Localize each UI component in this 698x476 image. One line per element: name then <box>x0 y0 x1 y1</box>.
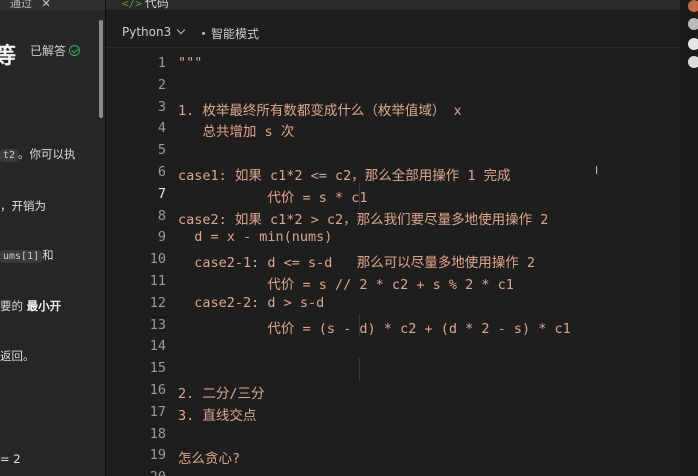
code-line[interactable]: 怎么贪心? <box>178 447 240 467</box>
description-text: 和 <box>42 248 54 262</box>
description-line: = 2 <box>0 452 21 466</box>
description-text: 。你可以执 <box>18 147 76 161</box>
line-number: 15 <box>149 360 166 377</box>
line-number: 20 <box>110 469 166 476</box>
description-text: 要的 <box>0 299 27 313</box>
problem-panel: 通过 ✕ 等 已解答 t2。你可以执 ，开销为 ums[1]和 要的 最小开 返… <box>0 0 106 476</box>
inline-code: t2 <box>0 149 19 162</box>
line-number: 16 <box>149 382 166 398</box>
line-number: 14 <box>149 338 166 355</box>
problem-tab-bar: 通过 ✕ <box>0 0 105 11</box>
indent-guide <box>359 183 360 205</box>
line-number: 3 <box>157 98 166 115</box>
description-line: ums[1] 和 <box>0 247 54 263</box>
indent-guide <box>359 358 360 380</box>
problem-title: 等 <box>0 38 16 70</box>
code-line[interactable]: case1: 如果 c1*2 <= c2，那么全部用操作 1 完成 <box>178 164 511 184</box>
line-number: 2 <box>157 76 166 93</box>
line-number: 10 <box>149 251 166 268</box>
line-number: 13 <box>149 316 166 333</box>
code-line[interactable]: 总共增加 s 次 <box>178 120 294 140</box>
line-number: 8 <box>157 207 166 224</box>
code-line[interactable]: d = x - min(nums) <box>178 229 332 245</box>
editor-title-label: 代码 <box>144 0 169 10</box>
code-line[interactable]: case2-1: d <= s-d 那么可以尽量多地使用操作 2 <box>178 251 535 271</box>
line-number: 5 <box>157 142 166 159</box>
editor-toolbar: Python3 智能模式 <box>106 18 680 48</box>
description-line: 返回。 <box>0 348 35 364</box>
avatar[interactable] <box>688 38 698 50</box>
check-circle-icon <box>69 45 81 56</box>
editor-title: </> 代码 <box>122 0 169 11</box>
code-line[interactable]: 代价 = s // 2 * c2 + s % 2 * c1 <box>178 273 513 293</box>
right-sidebar <box>680 0 698 476</box>
line-number: 1 <box>157 55 166 71</box>
language-select[interactable]: Python3 <box>122 25 186 39</box>
smart-mode-toggle[interactable]: 智能模式 <box>202 25 259 42</box>
code-line[interactable]: """ <box>178 55 202 71</box>
line-number: 6 <box>157 164 166 180</box>
line-number: 9 <box>157 229 166 246</box>
code-icon: </> <box>122 0 142 10</box>
inline-code: ums[1] <box>0 250 43 263</box>
code-line[interactable]: 3. 直线交点 <box>178 404 256 424</box>
code-editor[interactable]: 1234567891011121314151617181920 """1. 枚举… <box>106 48 680 476</box>
avatar[interactable] <box>688 0 698 12</box>
tab-submissions[interactable]: 通过 ✕ <box>10 0 51 11</box>
code-line[interactable]: case2: 如果 c1*2 > c2，那么我们要尽量多地使用操作 2 <box>178 208 548 228</box>
language-label: Python3 <box>122 25 172 39</box>
code-line[interactable]: 代价 = (s - d) * c2 + (d * 2 - s) * c1 <box>178 317 570 337</box>
line-number: 7 <box>157 185 166 202</box>
editor-header: </> 代码 <box>106 0 680 10</box>
description-line: t2 。你可以执 <box>0 146 76 162</box>
code-line[interactable]: 2. 二分/三分 <box>178 382 265 402</box>
line-number: 18 <box>149 425 166 442</box>
description-text: 返回。 <box>0 349 35 363</box>
code-line[interactable]: 代价 = s * c1 <box>178 186 367 206</box>
text-cursor-icon: I <box>595 164 599 177</box>
chevron-down-icon <box>176 25 186 35</box>
bullet-icon <box>202 32 205 35</box>
description-line: ，开销为 <box>0 198 46 214</box>
tab-submissions-label: 通过 <box>10 0 32 10</box>
solved-badge: 已解答 <box>30 42 81 59</box>
line-number: 17 <box>149 403 166 420</box>
line-number: 19 <box>149 447 166 464</box>
avatar[interactable] <box>688 56 698 68</box>
line-number: 4 <box>157 120 166 137</box>
indent-guide <box>359 314 360 336</box>
line-number-gutter: 1234567891011121314151617181920 <box>106 48 166 476</box>
solved-label: 已解答 <box>30 44 67 58</box>
code-line[interactable]: 1. 枚举最终所有数都变成什么（枚举值域） x <box>178 99 462 119</box>
avatar[interactable] <box>688 18 698 30</box>
description-text: ，开销为 <box>0 199 46 213</box>
code-line[interactable]: case2-2: d > s-d <box>178 295 324 311</box>
scrollbar[interactable] <box>99 20 103 118</box>
smart-mode-label: 智能模式 <box>211 27 260 41</box>
close-icon[interactable]: ✕ <box>42 0 51 10</box>
line-number: 11 <box>149 273 166 289</box>
description-line: 要的 最小开 <box>0 298 61 314</box>
description-text: = 2 <box>0 452 21 466</box>
line-number: 12 <box>149 294 166 311</box>
description-bold: 最小开 <box>26 299 62 313</box>
